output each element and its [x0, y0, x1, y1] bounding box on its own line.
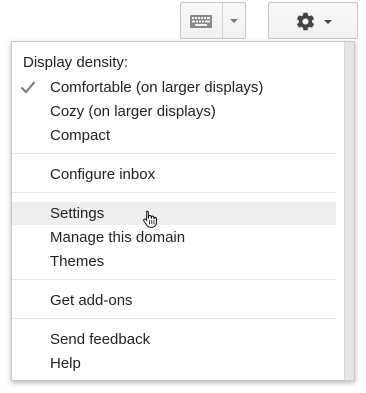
menu-item-label: Themes	[50, 253, 105, 270]
keyboard-icon	[190, 15, 212, 28]
send-feedback-item[interactable]: Send feedback	[12, 328, 336, 351]
settings-menu: Display density: Comfortable (on larger …	[11, 41, 355, 381]
menu-item-label: Manage this domain	[50, 229, 186, 246]
menu-item-label: Send feedback	[50, 331, 151, 348]
menu-item-label: Get add-ons	[50, 292, 133, 309]
menu-separator	[12, 279, 336, 280]
chevron-down-icon[interactable]	[324, 20, 332, 24]
menu-separator	[12, 153, 336, 154]
menu-item-label: Cozy (on larger displays)	[50, 103, 216, 120]
density-option-compact[interactable]: Compact	[12, 124, 336, 147]
menu-separator	[12, 192, 336, 193]
chevron-down-icon[interactable]	[230, 19, 238, 23]
settings-item[interactable]: Settings	[12, 202, 336, 225]
button-divider	[222, 3, 223, 38]
settings-gear-button[interactable]	[268, 2, 358, 39]
input-tools-button[interactable]	[180, 2, 246, 39]
checkmark-icon	[20, 81, 36, 94]
help-item[interactable]: Help	[12, 352, 336, 375]
display-density-label: Display density:	[23, 54, 129, 71]
menu-item-label: Compact	[50, 127, 111, 144]
themes-item[interactable]: Themes	[12, 250, 336, 273]
density-option-cozy[interactable]: Cozy (on larger displays)	[12, 100, 336, 123]
menu-item-label: Comfortable (on larger displays)	[50, 79, 264, 96]
menu-separator	[12, 318, 336, 319]
get-addons-item[interactable]: Get add-ons	[12, 289, 336, 312]
gear-icon	[296, 12, 315, 31]
hand-cursor-icon	[143, 210, 157, 228]
configure-inbox-item[interactable]: Configure inbox	[12, 163, 336, 186]
menu-item-label: Settings	[50, 205, 105, 222]
menu-scrollbar[interactable]	[344, 42, 354, 380]
manage-domain-item[interactable]: Manage this domain	[12, 226, 336, 249]
menu-item-label: Configure inbox	[50, 166, 156, 183]
density-option-comfortable[interactable]: Comfortable (on larger displays)	[12, 76, 336, 99]
menu-item-label: Help	[50, 355, 81, 372]
gmail-settings-area: Display density: Comfortable (on larger …	[0, 0, 366, 393]
